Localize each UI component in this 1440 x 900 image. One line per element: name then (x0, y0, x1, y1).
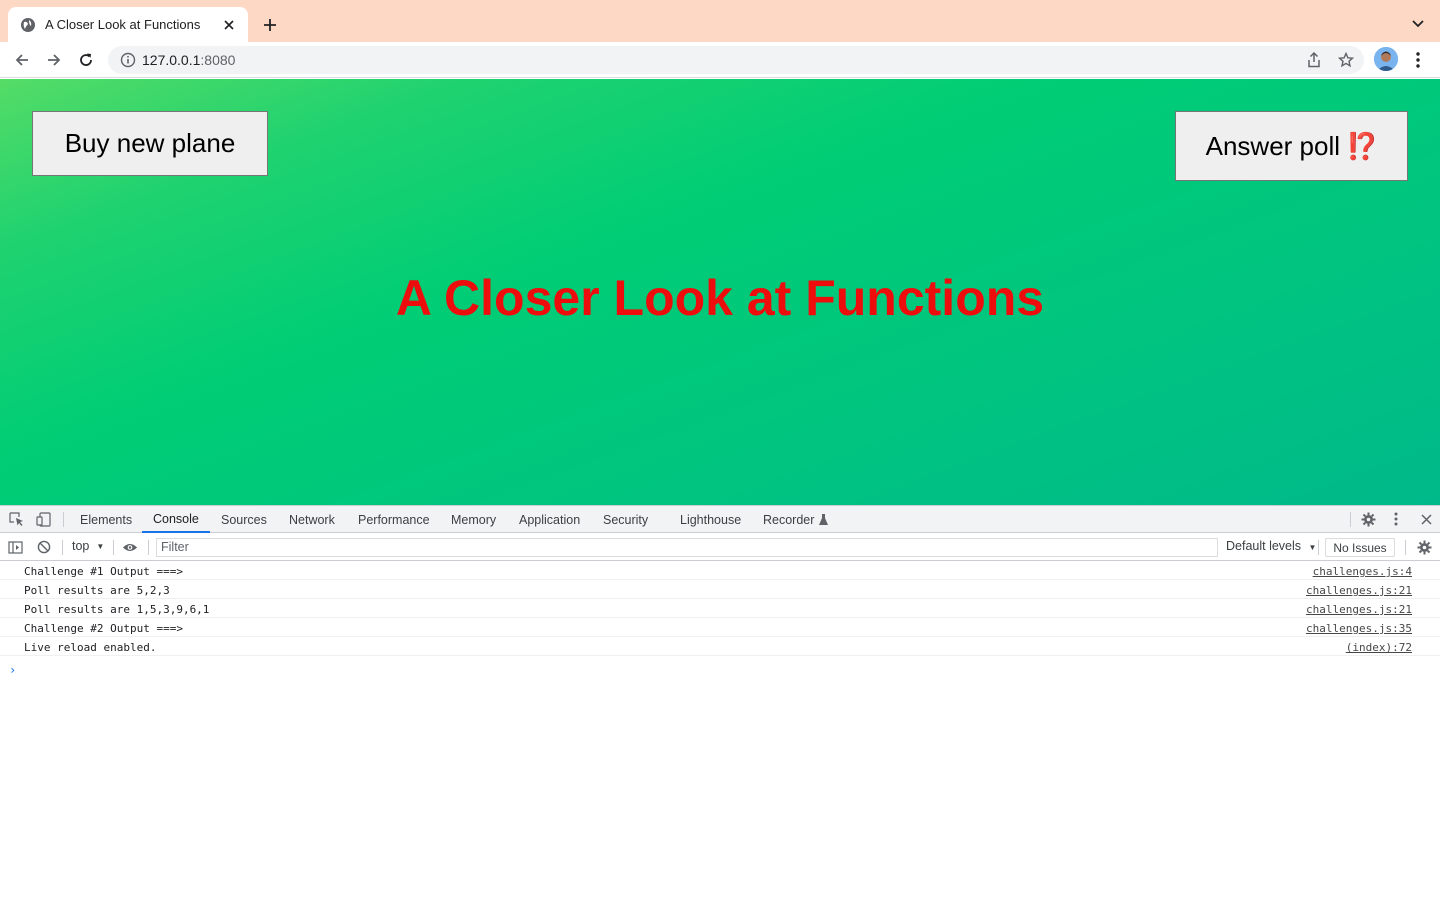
console-settings-gear-icon[interactable] (1416, 539, 1432, 555)
answer-poll-button[interactable]: Answer poll ⁉️ (1175, 111, 1408, 181)
console-message: Challenge #2 Output ===> challenges.js:3… (0, 618, 1440, 637)
sidebar-toggle-icon[interactable] (7, 539, 23, 555)
toolbar-divider (1318, 540, 1319, 555)
console-source-link[interactable]: challenges.js:4 (1313, 565, 1412, 578)
log-levels-select[interactable]: Default levels ▼ (1226, 539, 1316, 553)
tab-lighthouse[interactable]: Lighthouse (680, 506, 741, 533)
tab-sources[interactable]: Sources (221, 506, 267, 533)
tab-console-label: Console (153, 511, 199, 526)
dropdown-triangle-icon: ▼ (96, 541, 105, 551)
page-headline: A Closer Look at Functions (395, 270, 1045, 326)
share-icon[interactable] (1302, 48, 1326, 72)
browser-tab[interactable]: A Closer Look at Functions (8, 7, 248, 42)
console-message-text: Poll results are 5,2,3 (24, 584, 170, 597)
tab-strip: A Closer Look at Functions (0, 0, 1440, 42)
console-message-text: Challenge #2 Output ===> (24, 622, 183, 635)
tab-performance[interactable]: Performance (358, 506, 430, 533)
reload-icon[interactable] (74, 48, 98, 72)
page-viewport: Buy new plane Answer poll ⁉️ A Closer Loo… (0, 79, 1440, 505)
tab-application[interactable]: Application (519, 506, 580, 533)
buy-new-plane-button[interactable]: Buy new plane (32, 111, 268, 176)
context-select[interactable]: top ▼ (72, 539, 104, 553)
globe-icon (20, 17, 36, 33)
new-tab-plus-icon[interactable] (259, 14, 281, 36)
tab-elements[interactable]: Elements (80, 506, 132, 533)
chevron-down-icon[interactable] (1408, 14, 1428, 34)
settings-gear-icon[interactable] (1360, 511, 1376, 527)
devtools-tab-bar: Elements Console Sources Network Perform… (0, 506, 1440, 533)
toolbar-divider (113, 540, 114, 555)
tab-network[interactable]: Network (289, 506, 335, 533)
toolbar-divider (148, 540, 149, 555)
console-message: Poll results are 1,5,3,9,6,1 challenges.… (0, 599, 1440, 618)
browser-menu-icon[interactable] (1408, 48, 1428, 72)
devtools-more-icon[interactable] (1388, 511, 1404, 527)
console-source-link[interactable]: (index):72 (1346, 641, 1412, 654)
flask-icon (819, 514, 829, 525)
device-toolbar-icon[interactable] (35, 511, 51, 527)
browser-toolbar: 127.0.0.1:8080 (0, 42, 1440, 78)
console-toolbar: top ▼ Filter Default levels ▼ No Issues (0, 534, 1440, 561)
console-prompt-chevron-icon[interactable]: › (9, 663, 16, 677)
tab-title: A Closer Look at Functions (45, 17, 201, 32)
issues-button[interactable]: No Issues (1325, 538, 1395, 557)
answer-poll-label: Answer poll (1205, 130, 1341, 161)
console-source-link[interactable]: challenges.js:21 (1306, 584, 1412, 597)
toolbar-divider (1405, 540, 1406, 555)
live-expression-eye-icon[interactable] (122, 539, 138, 555)
close-devtools-icon[interactable] (1418, 511, 1434, 527)
url-text: 127.0.0.1:8080 (142, 52, 235, 68)
bookmark-star-icon[interactable] (1334, 48, 1358, 72)
context-select-label: top (72, 539, 90, 553)
close-icon[interactable] (220, 16, 238, 34)
profile-avatar[interactable] (1374, 47, 1398, 71)
tab-recorder-label: Recorder (763, 512, 815, 527)
toolbar-divider (1350, 512, 1351, 527)
tab-security[interactable]: Security (603, 506, 648, 533)
log-levels-label: Default levels (1226, 539, 1302, 553)
tab-console[interactable]: Console (142, 506, 210, 533)
exclamation-question-icon: ⁉️ (1346, 130, 1378, 161)
console-message: Poll results are 5,2,3 challenges.js:21 (0, 580, 1440, 599)
tab-recorder[interactable]: Recorder (763, 506, 829, 533)
console-message-text: Poll results are 1,5,3,9,6,1 (24, 603, 210, 616)
site-info-icon[interactable] (120, 52, 136, 68)
console-source-link[interactable]: challenges.js:21 (1306, 603, 1412, 616)
clear-console-icon[interactable] (36, 539, 52, 555)
console-message: Live reload enabled. (index):72 (0, 637, 1440, 656)
console-filter-input[interactable]: Filter (156, 538, 1218, 557)
tab-memory[interactable]: Memory (451, 506, 496, 533)
url-host: 127.0.0.1 (142, 52, 201, 68)
console-output: Challenge #1 Output ===> challenges.js:4… (0, 561, 1440, 677)
devtools-panel: Elements Console Sources Network Perform… (0, 505, 1440, 900)
console-source-link[interactable]: challenges.js:35 (1306, 622, 1412, 635)
dropdown-triangle-icon: ▼ (1308, 543, 1317, 552)
address-bar[interactable]: 127.0.0.1:8080 (108, 46, 1364, 74)
inspect-element-icon[interactable] (8, 511, 24, 527)
forward-arrow-icon[interactable] (42, 48, 66, 72)
console-message: Challenge #1 Output ===> challenges.js:4 (0, 561, 1440, 580)
back-arrow-icon[interactable] (10, 48, 34, 72)
console-message-text: Live reload enabled. (24, 641, 157, 654)
toolbar-divider (62, 540, 63, 555)
console-message-text: Challenge #1 Output ===> (24, 565, 183, 578)
toolbar-divider (63, 512, 64, 527)
url-port: :8080 (200, 52, 236, 68)
